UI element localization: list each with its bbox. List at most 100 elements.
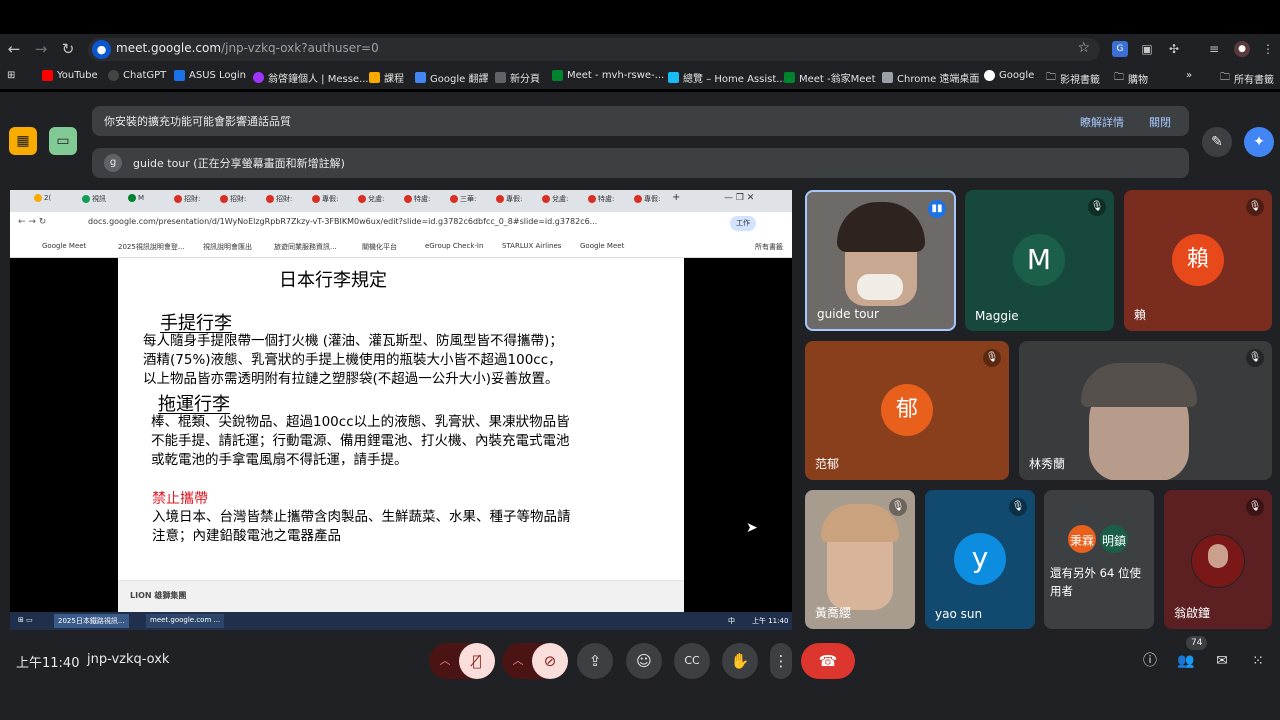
bookmark-label: Chrome 遠端桌面 [897,74,980,85]
shared-bookmarks-bar: Google Meet 2025視訊說明會登... 視訊說明會匯出 旅遊同業服務… [10,236,792,258]
participant-avatar: 秉霖 [1066,523,1098,555]
shared-taskbar: ⊞ ▭ 2025日本鐵路視訊... meet.google.com ... 中 … [10,612,792,630]
window-controls-icon: — ❐ ✕ [724,193,755,203]
chat-icon[interactable]: ✉ [1208,643,1236,679]
captions-button[interactable]: CC [674,643,710,679]
bookmark-folder-video[interactable]: 🗀 影視書籤 [1046,70,1100,87]
mic-off-button[interactable]: 🎙̸ [459,643,495,679]
shared-tab: 三華: [450,194,476,208]
participant-tile-guide-tour[interactable]: ▮▮ guide tour [805,190,956,331]
slide-heading-prohibited: 禁止攜帶 [152,491,208,507]
reading-list-icon[interactable]: ≡ [1206,41,1222,57]
lion-logo: LION 雄獅集團 [130,591,187,600]
presenter-text: guide tour (正在分享螢幕畫面和新增註解) [133,157,345,170]
activities-icon[interactable]: ⁙ [1244,643,1272,679]
taskbar-item: 2025日本鐵路視訊... [54,614,129,628]
leave-call-button[interactable]: ☎ [801,643,855,679]
participant-avatar: 郁 [881,384,933,436]
reactions-button[interactable]: ☺ [626,643,662,679]
mic-off-icon: 🎙 [1246,198,1264,216]
participant-name: 黃喬纓 [815,606,852,620]
home-assistant-icon [668,72,679,83]
extensions-icon[interactable]: ✣ [1166,41,1182,57]
participant-avatar: 明鎮 [1098,523,1130,555]
bookmark-meet-2[interactable]: Meet -翁家Meet [784,70,876,85]
camera-off-button[interactable]: ⊘ [532,643,568,679]
presenter-avatar: g [104,154,122,172]
cast-icon[interactable]: ▣ [1139,41,1155,57]
shared-tab: 視訊 [82,194,106,208]
face-mask [857,274,903,300]
back-icon[interactable]: ← [4,40,24,58]
apps-grid-icon[interactable]: ⊞ [7,70,15,81]
bookmark-google[interactable]: Google [984,70,1034,81]
translate-icon [415,72,426,83]
close-banner-button[interactable]: 關閉 [1149,114,1171,130]
participant-tile-lai[interactable]: 賴 🎙 賴 [1124,190,1272,331]
gemini-icon[interactable]: ✦ [1244,127,1274,157]
participant-tile-lin-xiulan[interactable]: 🎙 林秀蘭 [1019,341,1272,480]
raise-hand-button[interactable]: ✋ [722,643,758,679]
reload-icon[interactable]: ↻ [58,40,78,58]
chatgpt-icon [108,70,119,81]
camera-options-chevron-icon[interactable]: ︿ [505,643,531,679]
shared-toolbar: ← → ↻ docs.google.com/presentation/d/1Wy… [10,212,792,236]
learn-more-link[interactable]: 瞭解詳情 [1080,114,1124,130]
shared-tab: 招財: [174,194,200,208]
participant-name: yao sun [935,607,983,621]
meet-icon [784,72,795,83]
present-screen-button[interactable]: ⇪ [577,643,613,679]
bookmark-label: Meet -翁家Meet [799,74,876,85]
shared-bookmark: STARLUX Airlines [502,242,562,250]
bookmark-label: YouTube [57,70,98,81]
bookmark-star-icon[interactable]: ☆ [1077,40,1090,56]
bookmark-folder-shopping[interactable]: 🗀 購物 [1114,70,1148,87]
slide-text-prohibited: 入境日本、台灣皆禁止攜帶含肉製品、生鮮蔬菜、水果、種子等物品請 注意；內建鉛酸電… [152,509,571,544]
more-bookmarks-icon[interactable]: » [1186,70,1192,81]
bookmark-youtube[interactable]: YouTube [42,70,98,81]
all-bookmarks[interactable]: 🗀 所有書籤 [1220,70,1274,87]
folder-icon: 🗀 [1046,72,1056,83]
meeting-info-icon[interactable]: ⓘ [1136,643,1164,679]
remote-desktop-icon [882,72,893,83]
devices-icon[interactable]: ▭ [49,127,77,155]
participant-tile-fan-yu[interactable]: 郁 🎙 范郁 [805,341,1009,480]
windows-start-icon: ⊞ ▭ [18,616,33,624]
shared-bookmark: Google Meet [580,242,625,250]
participant-tile-huang-qiaoying[interactable]: 🎙 黃喬纓 [805,490,915,629]
no-screen-share-icon[interactable]: ▦ [9,127,37,155]
profile-avatar[interactable]: ● [1234,41,1250,57]
menu-kebab-icon[interactable]: ⋮ [1260,41,1276,57]
participant-tile-yao-sun[interactable]: y 🎙 yao sun [925,490,1035,629]
bookmark-newtab[interactable]: 新分頁 [495,70,540,85]
participant-tile-others[interactable]: 秉霖 明鎮 還有另外 64 位使用者 [1044,490,1154,629]
forward-icon[interactable]: → [31,40,51,58]
annotate-pen-icon[interactable]: ✎ [1202,127,1232,157]
slide-text-checked: 棒、棍類、尖銳物品、超過100cc以上的液態、乳膏狀、果凍狀物品皆 不能手提、請… [151,414,570,468]
bookmark-course[interactable]: 課程 [369,70,404,85]
more-options-button[interactable]: ⋮ [770,643,792,679]
participant-tile-maggie[interactable]: M 🎙 Maggie [965,190,1114,331]
mic-off-icon: 🎙 [1088,198,1106,216]
url-host: meet.google.com [116,41,222,55]
taskbar-clock: 上午 11:40 [752,617,789,625]
shared-tab: 專假: [496,194,522,208]
participant-tile-weng-qizhong[interactable]: 🎙 翁啟鐘 [1164,490,1272,629]
bookmark-remote-desktop[interactable]: Chrome 遠端桌面 [882,70,979,85]
bookmark-translate[interactable]: Google 翻譯 [415,70,488,85]
translate-icon[interactable]: G [1112,41,1128,57]
folder-icon: 🗀 [1114,72,1124,83]
participant-video-hair [821,504,899,542]
participant-video-hair [1081,363,1197,407]
bookmark-meet-1[interactable]: Meet - mvh-rswe-... [552,70,664,81]
bookmark-chatgpt[interactable]: ChatGPT [108,70,166,81]
participant-avatar: M [1013,234,1065,286]
participant-avatar: 賴 [1172,234,1224,286]
bookmark-home-assistant[interactable]: 總覽 – Home Assist... [668,70,786,85]
shared-bookmark: Google Meet [42,242,87,250]
mic-options-chevron-icon[interactable]: ︿ [432,643,458,679]
bookmark-asus[interactable]: ASUS Login [174,70,246,81]
others-count-label: 還有另外 64 位使用者 [1050,566,1141,598]
bookmark-messenger[interactable]: 翁啓鐘個人 | Messe... [253,70,369,85]
address-bar[interactable]: ● meet.google.com/jnp-vzkq-oxk?authuser=… [88,38,1100,61]
